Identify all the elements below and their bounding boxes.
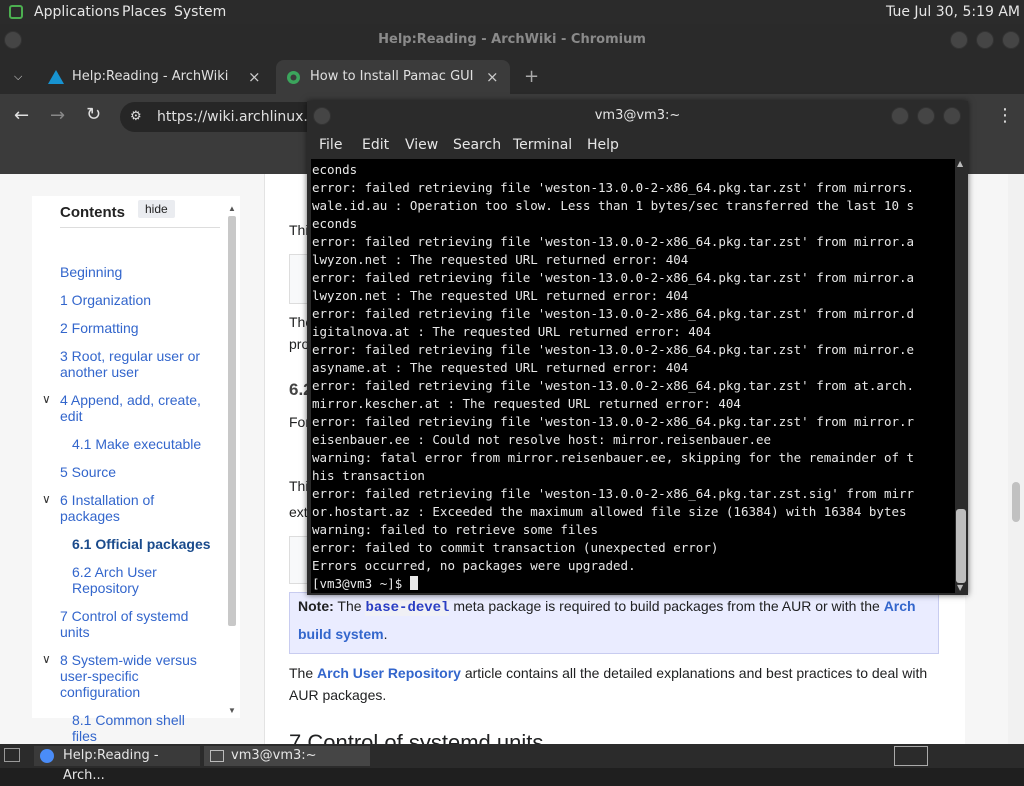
aur-link[interactable]: Arch User Repository	[317, 665, 461, 681]
note-text: The	[333, 598, 366, 614]
toc-hide-button[interactable]: hide	[138, 200, 175, 218]
scroll-up-icon[interactable]: ▲	[228, 204, 236, 213]
tab-label: Help:Reading - ArchWiki	[72, 69, 229, 84]
url-text[interactable]: https://wiki.archlinux.org	[157, 102, 331, 132]
toc-divider	[60, 227, 220, 228]
site-info-icon[interactable]: ⚙	[130, 102, 142, 132]
terminal-title: vm3@vm3:~	[594, 108, 681, 123]
toc-item-system-wide[interactable]: 8 System-wide versus user-specific confi…	[60, 652, 210, 700]
aur-paragraph: The Arch User Repository article contain…	[289, 662, 939, 706]
tab-close-icon[interactable]: ×	[486, 60, 499, 94]
close-window-icon[interactable]	[1002, 31, 1020, 49]
toc-title: Contents	[60, 204, 125, 221]
places-menu[interactable]: Places	[122, 0, 167, 24]
toc-item-installation[interactable]: 6 Installation of packages	[60, 492, 190, 524]
toc-item-formatting[interactable]: 2 Formatting	[60, 320, 139, 336]
minimize-icon[interactable]	[950, 31, 968, 49]
note-text: .	[383, 626, 388, 642]
menu-help[interactable]: Help	[587, 131, 619, 159]
maximize-icon[interactable]	[976, 31, 994, 49]
taskbar-label: vm3@vm3:~	[231, 748, 317, 763]
toc-expand-chevron-icon[interactable]: ∨	[42, 392, 51, 406]
note-label: Note:	[298, 598, 334, 614]
applications-menu[interactable]: Applications	[34, 0, 120, 24]
taskbar-label: Help:Reading - Arch...	[63, 748, 159, 783]
taskbar-item-terminal[interactable]: vm3@vm3:~	[204, 746, 370, 766]
page-scroll-thumb[interactable]	[1012, 482, 1020, 522]
base-devel-code: base-devel	[365, 600, 450, 616]
site-favicon-icon	[287, 71, 300, 84]
terminal-window[interactable]: vm3@vm3:~ File Edit View Search Terminal…	[307, 101, 968, 595]
terminal-scroll-thumb[interactable]	[956, 509, 966, 583]
menu-edit[interactable]: Edit	[362, 131, 389, 159]
menu-search[interactable]: Search	[453, 131, 501, 159]
terminal-cursor	[409, 576, 418, 590]
browser-titlebar[interactable]: Help:Reading - ArchWiki - Chromium	[0, 24, 1024, 56]
toc-item-aur[interactable]: 6.2 Arch User Repository	[72, 564, 212, 596]
article-text-fragment: ext	[289, 504, 308, 520]
article-text-fragment: Thi	[289, 222, 309, 238]
toc-item-shell-files[interactable]: 8.1 Common shell files	[72, 712, 212, 744]
toc-expand-chevron-icon[interactable]: ∨	[42, 652, 51, 666]
taskbar-item-chromium[interactable]: Help:Reading - Arch...	[34, 746, 200, 783]
toc-expand-chevron-icon[interactable]: ∨	[42, 492, 51, 506]
tab-close-icon[interactable]: ×	[248, 60, 261, 94]
terminal-menubar: File Edit View Search Terminal Help	[307, 131, 968, 159]
browser-menu-icon[interactable]: ⋮	[996, 105, 1014, 126]
terminal-lines: econds error: failed retrieving file 'we…	[312, 162, 915, 591]
toc-item-source[interactable]: 5 Source	[60, 464, 116, 480]
menu-view[interactable]: View	[405, 131, 438, 159]
tab-label: How to Install Pamac GUI Pa	[310, 69, 474, 84]
workspace-switcher-icon[interactable]	[894, 746, 928, 766]
distro-logo-icon[interactable]	[9, 5, 23, 19]
toc-item-systemd[interactable]: 7 Control of systemd units	[60, 608, 210, 640]
toc-item-root-user[interactable]: 3 Root, regular user or another user	[60, 348, 220, 380]
toc-item-beginning[interactable]: Beginning	[60, 264, 122, 280]
toc-item-append[interactable]: 4 Append, add, create, edit	[60, 392, 220, 424]
maximize-icon[interactable]	[917, 107, 935, 125]
toc-item-make-executable[interactable]: 4.1 Make executable	[72, 436, 201, 452]
menu-file[interactable]: File	[319, 131, 342, 159]
toc-item-organization[interactable]: 1 Organization	[60, 292, 151, 308]
browser-window-title: Help:Reading - ArchWiki - Chromium	[378, 32, 646, 47]
taskbar: Help:Reading - Arch... vm3@vm3:~	[0, 744, 1024, 783]
page-scrollbar[interactable]	[1008, 174, 1024, 744]
toc-item-official-packages[interactable]: 6.1 Official packages	[72, 536, 211, 552]
note-text: meta package is required to build packag…	[449, 598, 884, 614]
section-heading-systemd: 7 Control of systemd units	[289, 730, 544, 744]
menu-terminal[interactable]: Terminal	[513, 131, 572, 159]
show-desktop-icon[interactable]	[4, 748, 20, 762]
new-tab-button[interactable]: +	[524, 60, 539, 94]
terminal-scrollbar[interactable]: ▲ ▼	[955, 159, 967, 593]
tab-pamac[interactable]: How to Install Pamac GUI Pa ×	[276, 60, 510, 94]
article-text-fragment: Thi	[289, 478, 309, 494]
scroll-down-icon[interactable]: ▼	[228, 706, 236, 715]
reload-icon[interactable]: ↻	[86, 104, 101, 125]
tab-help-reading[interactable]: Help:Reading - ArchWiki ×	[40, 60, 270, 94]
terminal-icon	[210, 750, 224, 762]
para-text: The	[289, 665, 318, 681]
toc-scrollbar[interactable]	[228, 216, 236, 626]
tab-list-chevron-icon[interactable]: ⌵	[14, 60, 22, 94]
tab-bar: ⌵ Help:Reading - ArchWiki × How to Insta…	[0, 56, 1024, 94]
close-window-icon[interactable]	[943, 107, 961, 125]
scroll-up-icon[interactable]: ▲	[957, 159, 963, 168]
terminal-output[interactable]: econds error: failed retrieving file 'we…	[311, 159, 955, 593]
chromium-icon	[40, 749, 54, 763]
archlinux-favicon-icon	[48, 70, 64, 84]
minimize-icon[interactable]	[891, 107, 909, 125]
back-icon[interactable]: ←	[14, 105, 29, 126]
clock[interactable]: Tue Jul 30, 5:19 AM	[886, 0, 1020, 24]
system-menu[interactable]: System	[174, 0, 226, 24]
top-panel: Applications Places System Tue Jul 30, 5…	[0, 0, 1024, 24]
scroll-down-icon[interactable]: ▼	[957, 583, 963, 592]
note-box: Note: The base-devel meta package is req…	[289, 592, 939, 654]
forward-icon[interactable]: →	[50, 105, 65, 126]
table-of-contents: Contents hide Beginning 1 Organization 2…	[32, 196, 240, 744]
terminal-prompt: [vm3@vm3 ~]$	[312, 576, 410, 591]
